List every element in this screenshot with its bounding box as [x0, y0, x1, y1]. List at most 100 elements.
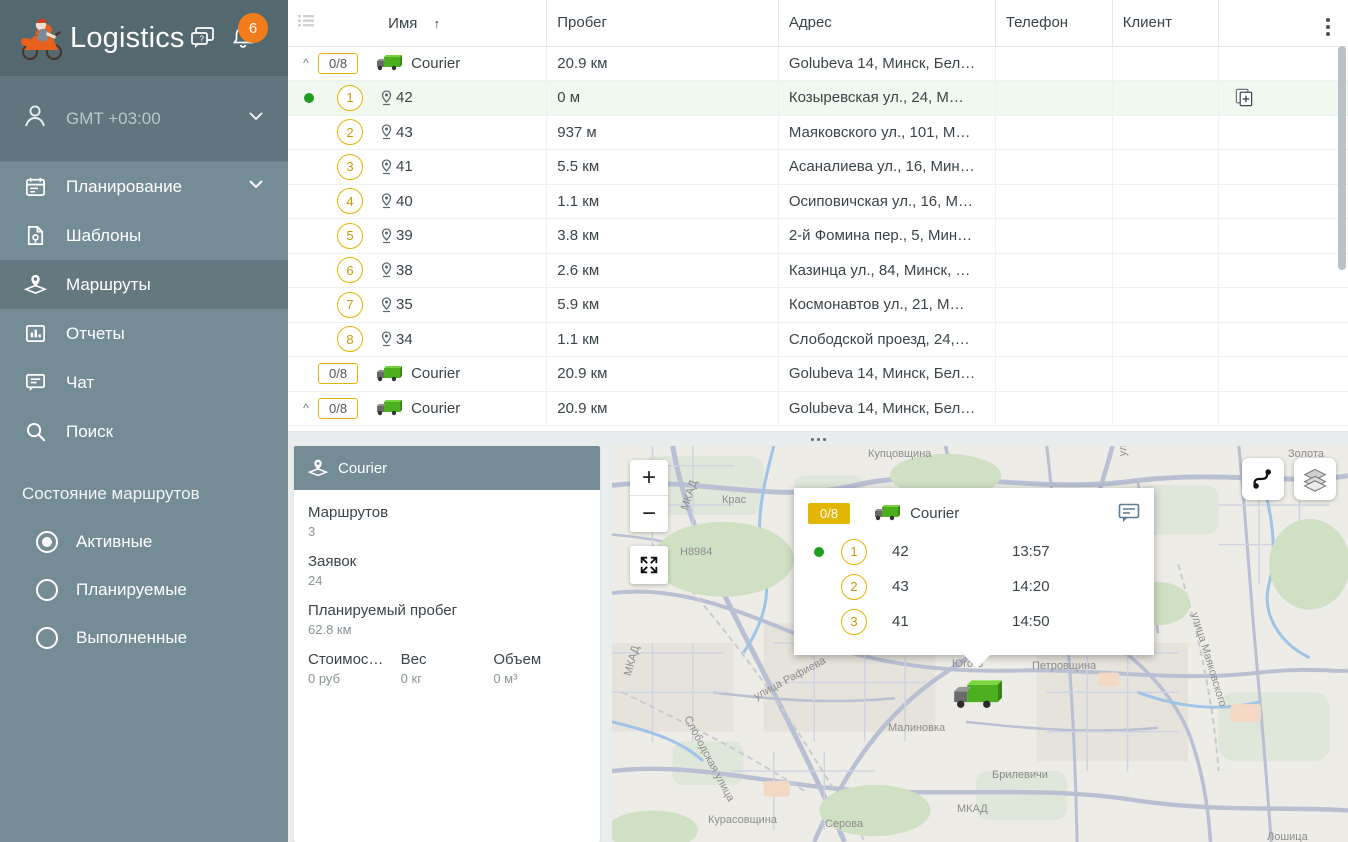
copy-icon[interactable]	[1229, 88, 1338, 107]
map-pin-icon	[380, 297, 393, 313]
chat-help-icon[interactable]: ?	[190, 25, 216, 51]
sidebar-item-label: Шаблоны	[66, 226, 141, 246]
table-row[interactable]: 2 43 937 м Маяковского ул., 101, М…	[288, 115, 1348, 150]
route-popup[interactable]: 0/8 Courier	[794, 488, 1154, 655]
sidebar-item-otchety[interactable]: Отчеты	[0, 309, 288, 358]
column-header-address[interactable]: Адрес	[778, 0, 995, 46]
stop-sequence: 3	[830, 609, 878, 635]
cell-client	[1112, 288, 1218, 323]
stop-name: 38	[396, 262, 413, 279]
column-header-client[interactable]: Клиент	[1112, 0, 1218, 46]
more-vertical-icon[interactable]	[1326, 18, 1330, 36]
drag-handle-dots-icon[interactable]	[809, 438, 827, 441]
map-zoom-controls[interactable]: + −	[630, 460, 668, 532]
progress-badge: 0/8	[318, 53, 358, 74]
fullscreen-expand-icon[interactable]	[630, 546, 668, 584]
collapse-caret-icon[interactable]: ^	[298, 56, 314, 70]
zoom-out-button[interactable]: −	[630, 496, 668, 532]
popup-stop-row[interactable]: 1 42 13:57	[808, 534, 1140, 569]
table-row[interactable]: 6 38 2.6 км Казинца ул., 84, Минск, …	[288, 253, 1348, 288]
radio-button[interactable]	[36, 627, 58, 649]
cell-phone	[995, 253, 1112, 288]
table-row[interactable]: 0/8 Courier	[288, 357, 1348, 392]
cell-actions	[1219, 357, 1348, 392]
message-icon[interactable]	[1118, 503, 1140, 523]
user-timezone-row[interactable]: GMT +03:00	[0, 76, 288, 162]
column-header-name[interactable]: Имя ↑	[288, 0, 547, 46]
sort-ascending-icon[interactable]: ↑	[434, 16, 441, 31]
stop-sequence: 2	[320, 119, 380, 145]
stop-name: 41	[892, 613, 1012, 630]
progress-badge: 0/8	[318, 363, 358, 384]
cell-actions	[1219, 150, 1348, 185]
carrier-name: Courier	[411, 400, 460, 417]
radio-active[interactable]: Активные	[22, 518, 266, 566]
scooter-courier-icon	[14, 14, 66, 62]
list-grip-icon[interactable]	[298, 14, 314, 28]
zoom-in-button[interactable]: +	[630, 460, 668, 496]
map-pin-icon	[380, 331, 393, 347]
cell-client	[1112, 115, 1218, 150]
field-label: Маршрутов	[308, 504, 586, 521]
radio-completed[interactable]: Выполненные	[22, 614, 266, 662]
column-header-actions[interactable]	[1219, 0, 1348, 46]
sidebar: Logistics ? 6	[0, 0, 288, 842]
bell-icon[interactable]: 6	[230, 25, 256, 51]
sidebar-item-chat[interactable]: Чат	[0, 358, 288, 407]
cell-client	[1112, 391, 1218, 426]
cell-actions	[1219, 46, 1348, 81]
map-view[interactable]: + −	[612, 446, 1348, 842]
cell-phone	[995, 357, 1112, 392]
cell-mileage: 3.8 км	[547, 219, 779, 254]
truck-icon	[376, 399, 402, 417]
cell-address: Golubeva 14, Минск, Бел…	[778, 357, 995, 392]
table-row[interactable]: 4 40 1.1 км Осиповичская ул., 16, М…	[288, 184, 1348, 219]
table-row[interactable]: 7 35 5.9 км Космонавтов ул., 21, М…	[288, 288, 1348, 323]
radio-label: Выполненные	[76, 628, 187, 648]
vehicle-marker[interactable]	[952, 678, 1002, 716]
table-row[interactable]: 8 34 1.1 км Слободской проезд, 24,…	[288, 322, 1348, 357]
map-pin-icon	[380, 159, 393, 175]
field-routes: Маршрутов 3	[308, 504, 586, 539]
cell-name: ^ 0/8 Courie	[288, 46, 547, 81]
column-header-mileage[interactable]: Пробег	[547, 0, 779, 46]
cell-actions	[1219, 288, 1348, 323]
popup-stop-row[interactable]: 2 43 14:20	[808, 569, 1140, 604]
search-icon	[22, 419, 48, 445]
radio-planned[interactable]: Планируемые	[22, 566, 266, 614]
metric-value: 0 кг	[401, 671, 494, 686]
panel-splitter[interactable]	[288, 432, 1348, 446]
table-row[interactable]: 1	[288, 81, 1348, 116]
column-header-phone[interactable]: Телефон	[995, 0, 1112, 46]
stop-sequence: 7	[320, 292, 380, 318]
cell-mileage: 0 м	[547, 81, 779, 116]
column-header-label: Телефон	[1006, 14, 1068, 31]
table-row[interactable]: ^ 0/8 Courie	[288, 46, 1348, 81]
field-label: Заявок	[308, 553, 586, 570]
popup-stop-row[interactable]: 3 41 14:50	[808, 604, 1140, 639]
table-body: ^ 0/8 Courie	[288, 46, 1348, 426]
table-row[interactable]: ^ 0/8 Courie	[288, 391, 1348, 426]
stop-name: 42	[892, 543, 1012, 560]
sidebar-item-planirovanie[interactable]: Планирование	[0, 162, 288, 211]
table-row[interactable]: 5 39 3.8 км 2-й Фомина пер., 5, Мин…	[288, 219, 1348, 254]
radio-button[interactable]	[36, 531, 58, 553]
stop-name: 35	[396, 296, 413, 313]
map-layers-icon[interactable]	[1294, 458, 1336, 500]
cell-phone	[995, 184, 1112, 219]
main-nav: Планирование Шаблоны	[0, 162, 288, 456]
chevron-down-icon[interactable]	[246, 174, 266, 199]
sidebar-item-shablony[interactable]: Шаблоны	[0, 211, 288, 260]
stop-number: 1	[337, 85, 363, 111]
route-path-icon[interactable]	[1242, 458, 1284, 500]
collapse-caret-icon[interactable]: ^	[298, 401, 314, 415]
cell-address: Космонавтов ул., 21, М…	[778, 288, 995, 323]
sidebar-item-marshruty[interactable]: Маршруты	[0, 260, 288, 309]
table-row[interactable]: 3 41 5.5 км Асаналиева ул., 16, Мин…	[288, 150, 1348, 185]
sidebar-item-poisk[interactable]: Поиск	[0, 407, 288, 456]
table-scrollbar-thumb[interactable]	[1338, 46, 1346, 270]
sidebar-item-label: Отчеты	[66, 324, 125, 344]
radio-button[interactable]	[36, 579, 58, 601]
map-pin-icon	[380, 262, 393, 278]
chevron-down-icon[interactable]	[246, 106, 266, 131]
